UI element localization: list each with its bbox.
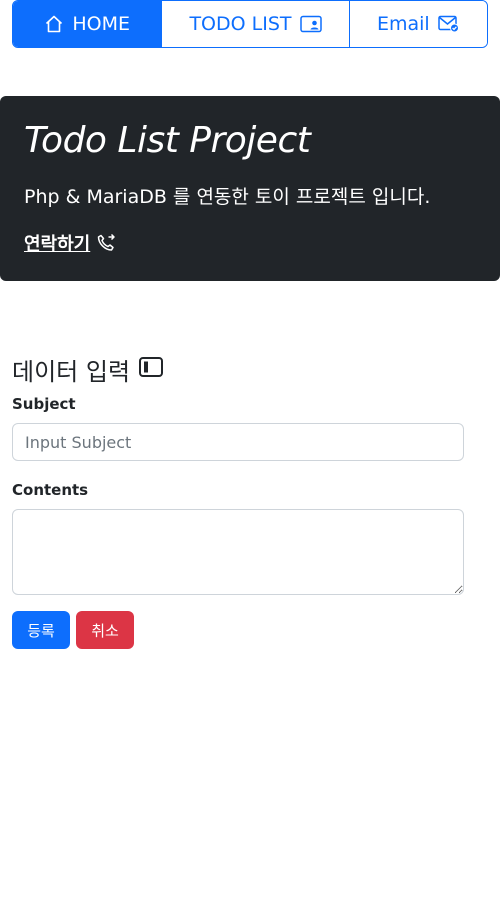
nav-todo-button[interactable]: TODO LIST xyxy=(161,1,349,47)
house-icon xyxy=(44,14,64,34)
hero-title: Todo List Project xyxy=(24,120,311,161)
nav-email-button[interactable]: Email xyxy=(348,1,487,47)
person-video-icon xyxy=(299,15,322,33)
nav-email-label: Email xyxy=(376,13,430,35)
subject-input[interactable] xyxy=(12,423,464,461)
contact-link[interactable]: 연락하기 xyxy=(24,230,116,256)
layout-sidebar-icon xyxy=(138,356,164,384)
hero-banner: Todo List Project Php & MariaDB 를 연동한 토이… xyxy=(0,96,500,281)
cancel-button[interactable]: 취소 xyxy=(76,611,134,649)
hero-description: Php & MariaDB 를 연동한 토이 프로젝트 입니다. xyxy=(24,186,431,208)
envelope-check-icon xyxy=(437,15,460,33)
nav-todo-label: TODO LIST xyxy=(189,13,292,35)
subject-label: Subject xyxy=(12,395,76,413)
nav-home-button[interactable]: HOME xyxy=(13,1,162,47)
section-title: 데이터 입력 xyxy=(12,352,164,387)
submit-button[interactable]: 등록 xyxy=(12,611,70,649)
main-nav: HOME TODO LIST Email xyxy=(12,0,488,48)
nav-home-label: HOME xyxy=(72,13,130,35)
contents-textarea[interactable] xyxy=(12,509,464,595)
section-title-label: 데이터 입력 xyxy=(12,358,131,386)
telephone-forward-icon xyxy=(96,233,116,253)
contact-link-label: 연락하기 xyxy=(24,234,91,255)
contents-label: Contents xyxy=(12,481,89,499)
